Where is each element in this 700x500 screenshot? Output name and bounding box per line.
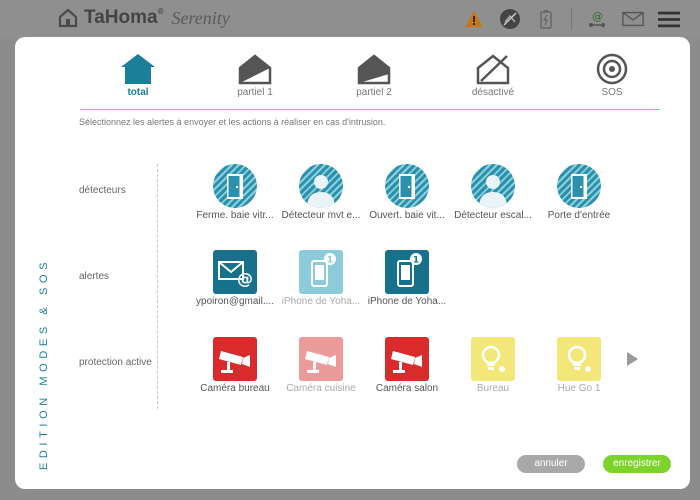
detector-item[interactable]: Ferme. baie vitr... xyxy=(191,164,279,221)
house-filled-icon xyxy=(121,54,155,84)
protection-item[interactable]: Caméra bureau xyxy=(191,337,279,394)
camera-icon xyxy=(213,337,257,381)
tab-partiel-1[interactable]: partiel 1 xyxy=(205,49,305,98)
instructions-text: Sélectionnez les alertes à envoyer et le… xyxy=(79,117,386,127)
brand-name: TaHoma® xyxy=(84,7,164,28)
warning-icon[interactable] xyxy=(463,8,485,30)
phone-alert-icon: 1 xyxy=(299,250,343,294)
row-label-protection: protection active xyxy=(79,357,152,368)
camera-icon xyxy=(385,337,429,381)
brand-suffix: Serenity xyxy=(171,7,230,28)
protection-item[interactable]: Hue Go 1 xyxy=(535,337,623,394)
hamburger-menu-icon[interactable] xyxy=(658,8,680,30)
battery-icon[interactable] xyxy=(535,8,557,30)
email-alert-icon: @ xyxy=(213,250,257,294)
phone-alert-icon: 1 xyxy=(385,250,429,294)
mode-tabs: total partiel 1 partiel 2 désactivé SOS xyxy=(80,49,660,125)
network-icon[interactable]: @ xyxy=(586,8,608,30)
svg-text:1: 1 xyxy=(413,256,419,266)
protection-item[interactable]: Bureau xyxy=(449,337,537,394)
protection-item[interactable]: Caméra salon xyxy=(363,337,451,394)
no-signal-icon[interactable] xyxy=(499,8,521,30)
motion-detector-icon xyxy=(299,164,343,208)
door-sensor-icon xyxy=(557,164,601,208)
tab-partiel-2[interactable]: partiel 2 xyxy=(324,49,424,98)
svg-text:@: @ xyxy=(592,10,603,23)
header-divider xyxy=(571,8,572,30)
tab-sos[interactable]: SOS xyxy=(562,49,662,98)
camera-icon xyxy=(299,337,343,381)
detector-item[interactable]: Porte d'entrée xyxy=(535,164,623,221)
detector-item[interactable]: Ouvert. baie vit... xyxy=(363,164,451,221)
row-label-alertes: alertes xyxy=(79,271,110,282)
detector-item[interactable]: Détecteur escal... xyxy=(449,164,537,221)
edit-modes-modal: EDITION MODES & SOS total partiel 1 part… xyxy=(15,37,690,489)
house-disarmed-icon xyxy=(476,54,510,85)
modal-vertical-title: EDITION MODES & SOS xyxy=(38,257,50,471)
tab-total[interactable]: total xyxy=(88,49,188,98)
svg-text:@: @ xyxy=(237,269,253,288)
app-header: TaHoma® Serenity @ xyxy=(0,0,700,38)
alert-item[interactable]: 1 iPhone de Yoha... xyxy=(363,250,451,307)
mail-icon[interactable] xyxy=(622,8,644,30)
house-partial-2-icon xyxy=(357,54,391,85)
save-button[interactable]: enregistrer xyxy=(603,455,671,473)
door-sensor-icon xyxy=(213,164,257,208)
svg-text:1: 1 xyxy=(327,256,333,266)
motion-detector-icon xyxy=(471,164,515,208)
house-logo-icon xyxy=(58,8,78,28)
next-arrow-icon[interactable] xyxy=(627,352,638,366)
detector-item[interactable]: Détecteur mvt e... xyxy=(277,164,365,221)
alert-item[interactable]: @ ypoiron@gmail.... xyxy=(191,250,279,307)
brand: TaHoma® Serenity xyxy=(58,7,230,29)
light-bulb-icon xyxy=(557,337,601,381)
protection-item[interactable]: Caméra cuisine xyxy=(277,337,365,394)
house-partial-1-icon xyxy=(238,54,272,85)
light-bulb-icon xyxy=(471,337,515,381)
tabs-underline xyxy=(80,109,660,110)
door-sensor-icon xyxy=(385,164,429,208)
tab-desactive[interactable]: désactivé xyxy=(443,49,543,98)
cancel-button[interactable]: annuler xyxy=(517,455,585,473)
header-icons: @ xyxy=(463,8,680,30)
row-label-detecteurs: détecteurs xyxy=(79,185,126,196)
sos-target-icon xyxy=(596,53,628,85)
row-labels-divider xyxy=(157,164,158,409)
alert-item[interactable]: 1 iPhone de Yoha... xyxy=(277,250,365,307)
